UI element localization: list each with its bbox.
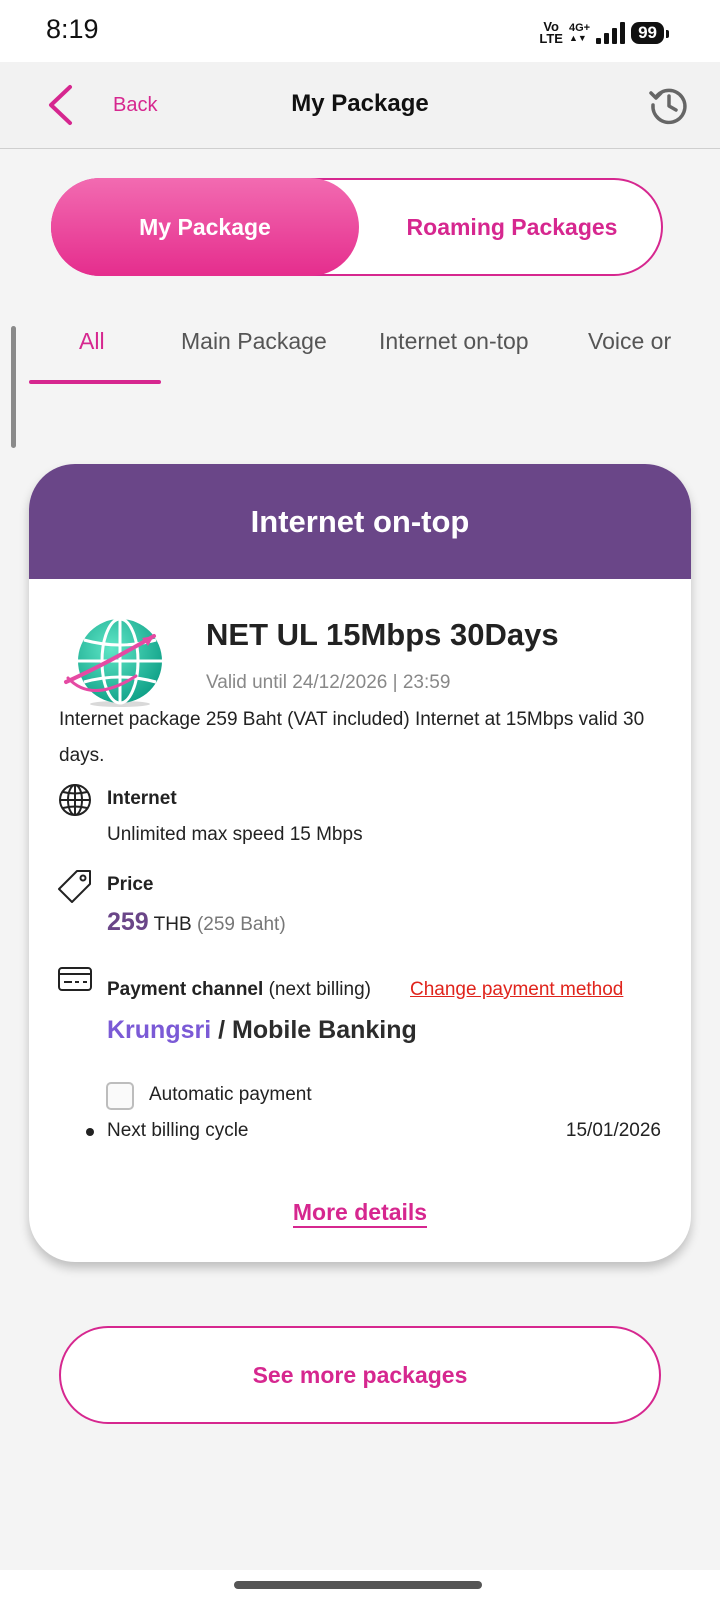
battery-icon: 99 [631, 22, 669, 44]
internet-label: Internet [107, 788, 177, 809]
internet-value: Unlimited max speed 15 Mbps [107, 824, 363, 845]
history-icon[interactable] [648, 84, 690, 126]
price-tag-icon [58, 870, 91, 903]
price-currency: THB [153, 914, 192, 935]
price-note: (259 Baht) [196, 914, 286, 935]
tab-all[interactable]: All [79, 328, 105, 355]
more-details-link: More details [29, 1199, 691, 1228]
package-category-header: Internet on-top [29, 464, 691, 579]
app-bar: Back My Package [0, 62, 720, 149]
bank-channel: / Mobile Banking [218, 1016, 417, 1044]
next-billing-date: 15/01/2026 [565, 1120, 661, 1141]
segment-roaming-packages[interactable]: Roaming Packages [359, 180, 665, 274]
signal-icon [596, 22, 626, 44]
see-more-packages-button[interactable]: See more packages [59, 1326, 661, 1424]
volte-icon: Vo LTE [539, 19, 563, 46]
payment-channel-label: Payment channel (next billing) [107, 979, 371, 1000]
status-time: 8:19 [46, 14, 99, 44]
automatic-payment-label: Automatic payment [149, 1084, 312, 1105]
globe-icon [59, 784, 91, 816]
status-icons: Vo LTE 4G+ ▲▼ 99 [539, 18, 669, 48]
package-validity: Valid until 24/12/2026 | 23:59 [206, 672, 451, 693]
bank-name: Krungsri [107, 1016, 212, 1044]
tab-internet-on-top[interactable]: Internet on-top [379, 328, 529, 355]
network-type: 4G+ ▲▼ [568, 22, 591, 43]
page-title: My Package [291, 90, 429, 117]
payment-bank: Krungsri / Mobile Banking [107, 1016, 417, 1045]
automatic-payment-checkbox[interactable] [106, 1082, 134, 1110]
status-bar: 8:19 Vo LTE 4G+ ▲▼ 99 [0, 0, 720, 62]
category-tabs: All Main Package Internet on-top Voice o… [0, 318, 720, 388]
next-billing-label: Next billing cycle [107, 1120, 249, 1141]
package-type-toggle: My Package Roaming Packages [51, 178, 663, 276]
package-card: Internet on-top NET UL 15Mbps 30Days Val… [29, 464, 691, 1262]
active-tab-indicator [29, 380, 161, 384]
home-indicator[interactable] [234, 1581, 482, 1589]
package-description: Internet package 259 Baht (VAT included)… [59, 709, 645, 766]
segment-my-package[interactable]: My Package [51, 178, 359, 276]
bullet-icon [86, 1128, 94, 1136]
price-value: 259 THB (259 Baht) [107, 908, 286, 937]
credit-card-icon [58, 967, 92, 991]
internet-globe-icon [64, 617, 162, 707]
change-payment-method-link[interactable]: Change payment method [410, 979, 623, 1001]
price-label: Price [107, 874, 154, 895]
package-name: NET UL 15Mbps 30Days [206, 617, 559, 652]
price-amount: 259 [107, 908, 149, 936]
tab-main-package[interactable]: Main Package [181, 328, 327, 355]
tab-voice[interactable]: Voice or [588, 328, 671, 355]
